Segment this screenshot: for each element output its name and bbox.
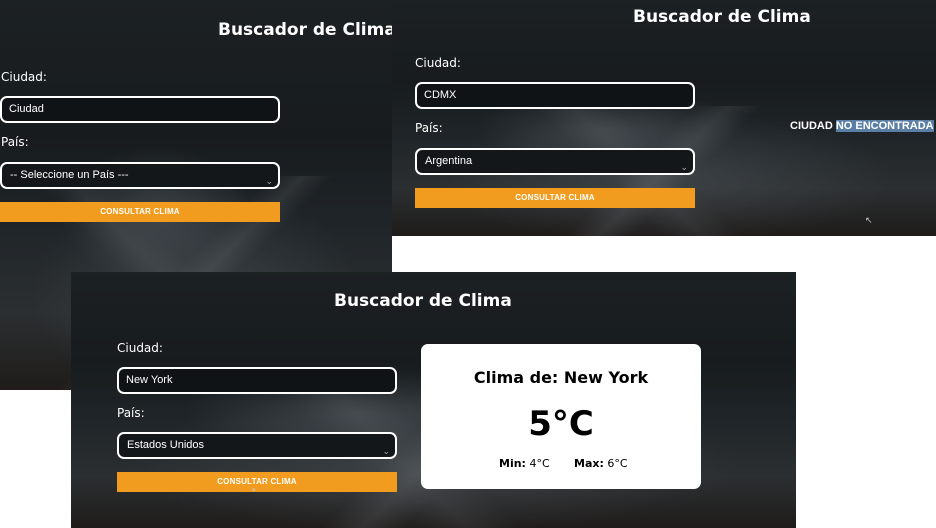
chevron-down-icon: ⌄ [265,176,273,186]
min-temperature: Min: 4°C [499,457,550,470]
mouse-pointer-icon: ↖ [865,216,873,226]
country-select[interactable]: Argentina ⌄ [415,148,695,175]
min-value: 4°C [529,457,550,470]
chevron-down-icon: ⌄ [680,162,688,172]
error-text-highlighted: NO ENCONTRADA [835,120,934,132]
screenshot-city-not-found: Buscador de Clima Ciudad: CDMX País: Arg… [392,0,936,236]
screenshot-weather-result: Buscador de Clima Ciudad: New York País:… [71,272,796,528]
chevron-down-icon: ⌄ [382,446,390,456]
page-title: Buscador de Clima [334,291,512,311]
city-input[interactable]: Ciudad [0,96,280,123]
page-title: Buscador de Clima [218,20,392,40]
consult-weather-button[interactable]: Consultar Clima [0,202,280,222]
weather-result-card: Clima de: New York 5°C Min: 4°C Max: 6°C [421,344,701,489]
city-input[interactable]: CDMX [415,82,695,109]
city-label: Ciudad: [1,70,47,84]
city-input[interactable]: New York [117,367,397,394]
country-label: País: [1,135,29,149]
error-text: CIUDAD [790,120,833,132]
max-value: 6°C [607,457,628,470]
result-title: Clima de: New York [473,368,649,387]
country-select-value: Argentina [425,155,473,167]
error-message: CIUDAD NO ENCONTRADA [790,120,934,132]
country-select-value: -- Seleccione un País --- [10,169,129,181]
page-title: Buscador de Clima [633,7,811,27]
min-label: Min: [499,457,526,470]
mouse-pointer-icon: ⚬ [250,486,258,496]
city-label: Ciudad: [415,56,461,70]
country-select-value: Estados Unidos [127,439,205,451]
consult-weather-button[interactable]: Consultar Clima [415,188,695,208]
max-temperature: Max: 6°C [574,457,628,470]
current-temperature: 5°C [528,404,594,444]
country-select[interactable]: -- Seleccione un País --- ⌄ [0,162,280,189]
city-label: Ciudad: [117,341,163,355]
country-label: País: [117,406,145,420]
country-label: País: [415,121,443,135]
max-label: Max: [574,457,604,470]
country-select[interactable]: Estados Unidos ⌄ [117,432,397,459]
